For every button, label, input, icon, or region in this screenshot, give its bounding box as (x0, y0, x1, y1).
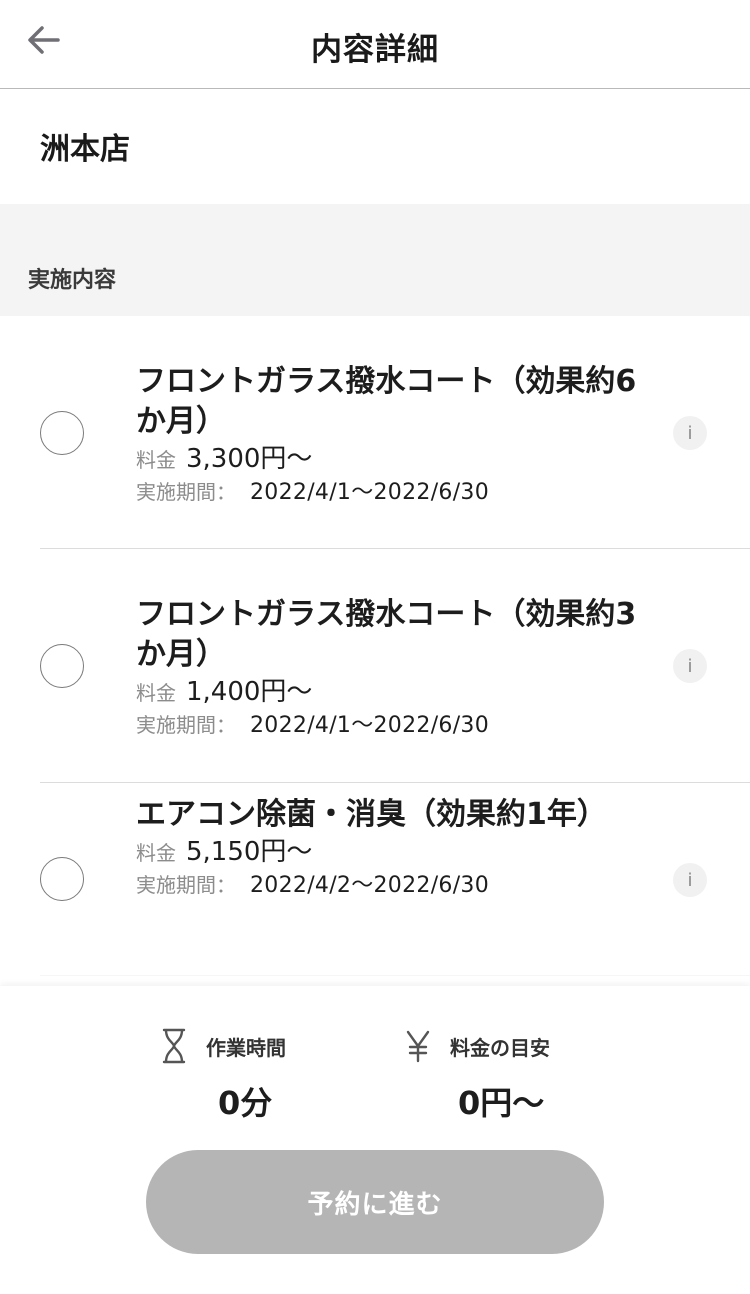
store-name: 洲本店 (40, 132, 130, 167)
price-value: 1,400円〜 (186, 677, 313, 707)
period-value: 2022/4/2〜2022/6/30 (250, 873, 490, 898)
yen-icon (404, 1028, 432, 1064)
price-label: 料金 (136, 841, 176, 865)
app-header: 内容詳細 (0, 0, 750, 89)
price-value: 3,300円〜 (186, 444, 313, 474)
period-label: 実施期間： (136, 713, 236, 737)
divider (40, 975, 750, 976)
period-value: 2022/4/1〜2022/6/30 (250, 713, 490, 738)
work-time-value: 0分 (218, 1084, 273, 1122)
service-item[interactable]: フロントガラス撥水コート（効果約6か月） 料金 3,300円〜 実施期間： 20… (0, 316, 750, 549)
service-details: フロントガラス撥水コート（効果約3か月） 料金 1,400円〜 実施期間： 20… (136, 595, 656, 741)
service-radio[interactable] (40, 857, 84, 901)
section-label: 実施内容 (28, 268, 117, 293)
period-row: 実施期間： 2022/4/2〜2022/6/30 (136, 870, 656, 901)
service-details: エアコン除菌・消臭（効果約1年） 料金 5,150円〜 実施期間： 2022/4… (136, 795, 656, 901)
section-header: 実施内容 (0, 204, 750, 316)
work-time-summary: 作業時間 0分 (160, 1028, 340, 1122)
period-row: 実施期間： 2022/4/1〜2022/6/30 (136, 710, 656, 741)
service-item[interactable]: フロントガラス撥水コート（効果約3か月） 料金 1,400円〜 実施期間： 20… (0, 549, 750, 783)
service-name: エアコン除菌・消臭（効果約1年） (136, 797, 607, 832)
period-value: 2022/4/1〜2022/6/30 (250, 480, 490, 505)
service-name: フロントガラス撥水コート（効果約3か月） (136, 597, 637, 672)
price-estimate-header: 料金の目安 (404, 1028, 604, 1064)
reserve-button[interactable]: 予約に進む (146, 1150, 604, 1254)
info-button[interactable]: i (673, 649, 707, 683)
period-row: 実施期間： 2022/4/1〜2022/6/30 (136, 477, 656, 508)
service-list: フロントガラス撥水コート（効果約6か月） 料金 3,300円〜 実施期間： 20… (0, 316, 750, 976)
service-radio[interactable] (40, 411, 84, 455)
page-title: 内容詳細 (311, 32, 439, 68)
price-row: 料金 1,400円〜 (136, 675, 656, 710)
price-estimate-value: 0円〜 (458, 1084, 545, 1122)
price-label: 料金 (136, 681, 176, 705)
price-value: 5,150円〜 (186, 837, 313, 867)
period-label: 実施期間： (136, 873, 236, 897)
service-name: フロントガラス撥水コート（効果約6か月） (136, 364, 637, 439)
hourglass-icon (160, 1028, 188, 1064)
price-label: 料金 (136, 448, 176, 472)
service-radio[interactable] (40, 644, 84, 688)
price-row: 料金 3,300円〜 (136, 442, 656, 477)
service-details: フロントガラス撥水コート（効果約6か月） 料金 3,300円〜 実施期間： 20… (136, 362, 656, 508)
price-row: 料金 5,150円〜 (136, 835, 656, 870)
info-button[interactable]: i (673, 863, 707, 897)
price-estimate-summary: 料金の目安 0円〜 (404, 1028, 604, 1122)
period-label: 実施期間： (136, 480, 236, 504)
price-estimate-label: 料金の目安 (450, 1035, 550, 1060)
store-block: 洲本店 (0, 90, 750, 204)
info-button[interactable]: i (673, 416, 707, 450)
summary-footer: 作業時間 0分 料金の目安 0円〜 予約に進む (0, 986, 750, 1294)
work-time-header: 作業時間 (160, 1028, 340, 1064)
work-time-label: 作業時間 (206, 1035, 286, 1060)
service-item[interactable]: エアコン除菌・消臭（効果約1年） 料金 5,150円〜 実施期間： 2022/4… (0, 783, 750, 976)
